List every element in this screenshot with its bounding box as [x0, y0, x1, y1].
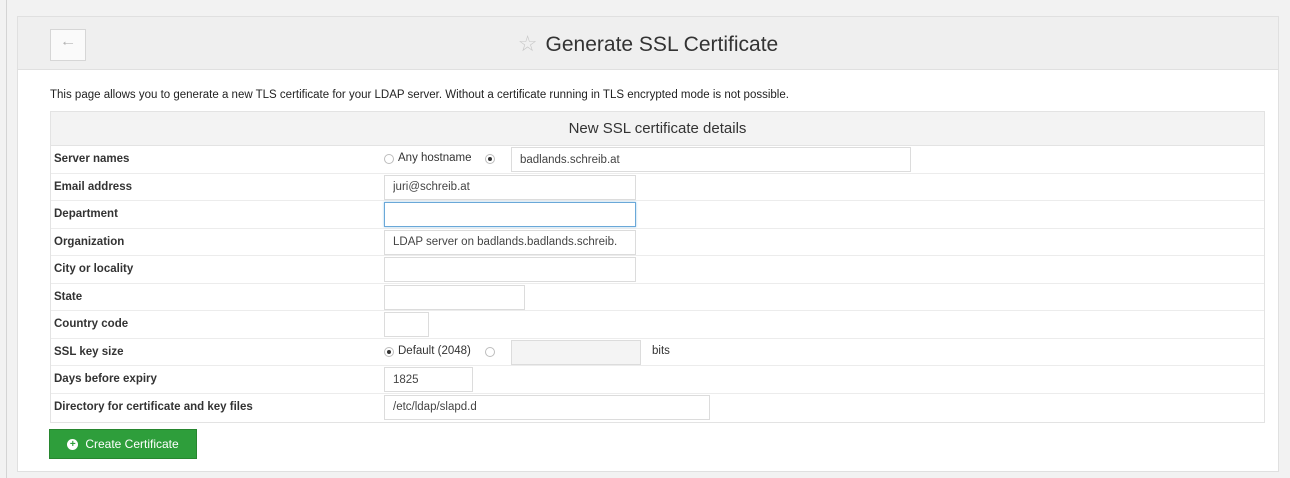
plus-circle-icon: +: [67, 438, 79, 450]
page-title-wrap: ☆ Generate SSL Certificate: [18, 31, 1278, 58]
row-organization: Organization: [51, 229, 1264, 256]
row-server-names: Server names Any hostname: [51, 146, 1264, 174]
server-names-label: Server names: [54, 153, 130, 165]
email-input[interactable]: [384, 174, 636, 200]
default-key-size-radio[interactable]: [384, 346, 394, 357]
row-email: Email address: [51, 174, 1264, 201]
department-label: Department: [54, 208, 118, 220]
country-input[interactable]: [384, 312, 429, 337]
state-input[interactable]: [384, 284, 525, 310]
directory-label: Directory for certificate and key files: [54, 400, 253, 413]
details-heading: New SSL certificate details: [51, 112, 1264, 146]
page-title: Generate SSL Certificate: [545, 33, 779, 56]
email-label: Email address: [54, 180, 132, 193]
row-state: State: [51, 284, 1264, 311]
row-days: Days before expiry: [51, 366, 1264, 394]
create-certificate-button[interactable]: + Create Certificate: [49, 429, 197, 459]
panel-header: 🠀 ☆ Generate SSL Certificate: [18, 17, 1278, 70]
city-label: City or locality: [54, 263, 134, 275]
organization-input[interactable]: [384, 229, 636, 255]
default-key-size-label: Default (2048): [398, 344, 471, 357]
page-left-border: [6, 0, 7, 478]
any-hostname-radio[interactable]: [384, 154, 394, 164]
directory-input[interactable]: [384, 394, 710, 420]
row-key-size: SSL key size Default (2048) bits: [51, 339, 1264, 366]
country-label: Country code: [54, 318, 129, 330]
bits-label: bits: [652, 344, 670, 357]
custom-key-size-input[interactable]: [511, 339, 641, 365]
city-input[interactable]: [384, 257, 636, 282]
department-input[interactable]: [384, 202, 636, 227]
organization-label: Organization: [54, 235, 125, 248]
custom-key-size-radio[interactable]: [485, 346, 495, 357]
row-department: Department: [51, 201, 1264, 229]
key-size-label: SSL key size: [54, 345, 124, 358]
days-input[interactable]: [384, 367, 473, 392]
row-country: Country code: [51, 311, 1264, 339]
intro-text: This page allows you to generate a new T…: [50, 89, 789, 101]
row-directory: Directory for certificate and key files: [51, 394, 1264, 422]
any-hostname-label: Any hostname: [398, 152, 472, 164]
row-city: City or locality: [51, 256, 1264, 284]
main-panel: 🠀 ☆ Generate SSL Certificate This page al…: [17, 16, 1279, 472]
state-label: State: [54, 290, 83, 303]
days-label: Days before expiry: [54, 373, 157, 385]
create-certificate-label: Create Certificate: [85, 437, 179, 451]
details-table: New SSL certificate details Server names…: [50, 111, 1265, 423]
server-names-input[interactable]: [511, 147, 911, 172]
custom-hostname-radio[interactable]: [485, 154, 495, 164]
star-outline-icon[interactable]: ☆: [518, 31, 538, 56]
